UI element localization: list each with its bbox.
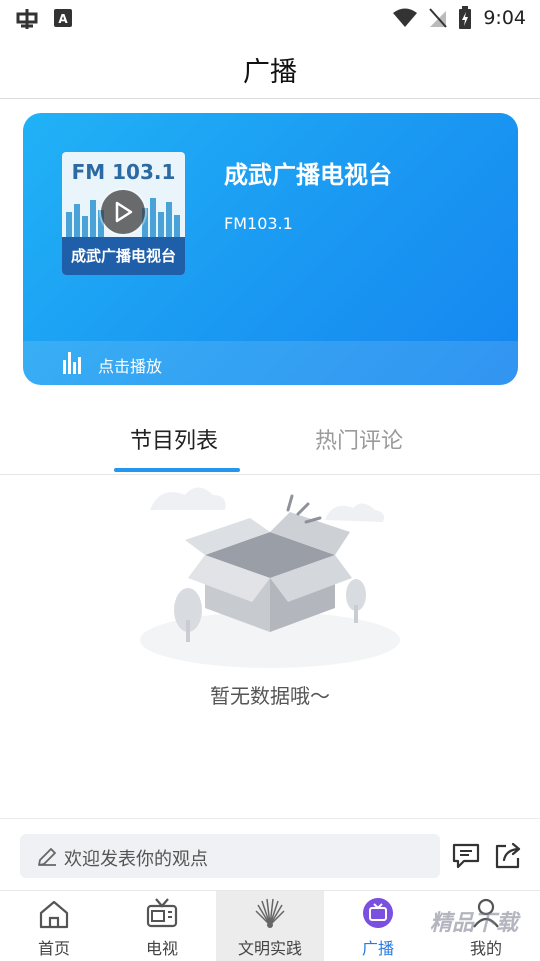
status-bar: A 9:04: [0, 0, 540, 36]
play-button[interactable]: [101, 190, 145, 234]
battery-charging-icon: [459, 6, 471, 29]
nav-label-radio: 广播: [361, 939, 394, 958]
station-frequency: FM103.1: [224, 214, 293, 233]
tab-hot-comments[interactable]: 热门评论: [315, 423, 403, 455]
comment-input[interactable]: 欢迎发表你的观点: [20, 834, 440, 878]
share-icon[interactable]: [494, 842, 522, 870]
station-cover[interactable]: FM 103.1 成武广播电视台: [62, 152, 185, 275]
bug-icon: [16, 9, 38, 29]
tv-icon: [146, 898, 178, 928]
nav-label-tv: 电视: [145, 939, 178, 958]
a-notification-icon: A: [54, 9, 72, 27]
station-card[interactable]: FM 103.1 成武广播电视台 成武广播电视台 FM103.1 点击播放: [23, 113, 518, 385]
radio-tv-icon: [363, 898, 393, 928]
nav-item-radio[interactable]: 广播: [324, 891, 432, 961]
tab-program-list[interactable]: 节目列表: [130, 423, 218, 455]
station-name: 成武广播电视台: [224, 161, 392, 189]
comment-placeholder: 欢迎发表你的观点: [64, 849, 208, 870]
nav-label-home: 首页: [37, 939, 70, 958]
empty-box-illustration: [140, 487, 400, 668]
nav-item-tv[interactable]: 电视: [108, 891, 216, 961]
comment-bar: 欢迎发表你的观点: [0, 818, 540, 891]
comment-icon[interactable]: [452, 843, 480, 869]
content-tabs: 节目列表 热门评论: [0, 400, 540, 475]
watermark: 精品下载: [430, 911, 519, 936]
pencil-icon: [38, 848, 56, 866]
cover-frequency-text: FM 103.1: [71, 160, 176, 184]
wifi-icon: [393, 8, 417, 27]
play-label: 点击播放: [98, 357, 163, 376]
nav-label-civilization-practice: 文明实践: [237, 939, 302, 958]
page-title: 广播: [243, 57, 297, 88]
nav-item-civilization-practice[interactable]: 文明实践: [216, 891, 324, 961]
cover-station-label: 成武广播电视台: [62, 237, 185, 275]
svg-text:A: A: [58, 12, 68, 26]
home-icon: [39, 900, 69, 929]
audio-bars-icon: [63, 352, 81, 374]
app-header: 广播: [0, 36, 540, 99]
empty-state-message: 暂无数据哦～: [210, 684, 330, 708]
play-icon: [115, 201, 133, 223]
no-signal-icon: [429, 8, 447, 28]
play-bar[interactable]: 点击播放: [23, 341, 518, 385]
nav-label-mine: 我的: [469, 939, 502, 958]
status-time: 9:04: [483, 7, 526, 29]
nav-item-home[interactable]: 首页: [0, 891, 108, 961]
peacock-logo-icon: [255, 898, 285, 928]
